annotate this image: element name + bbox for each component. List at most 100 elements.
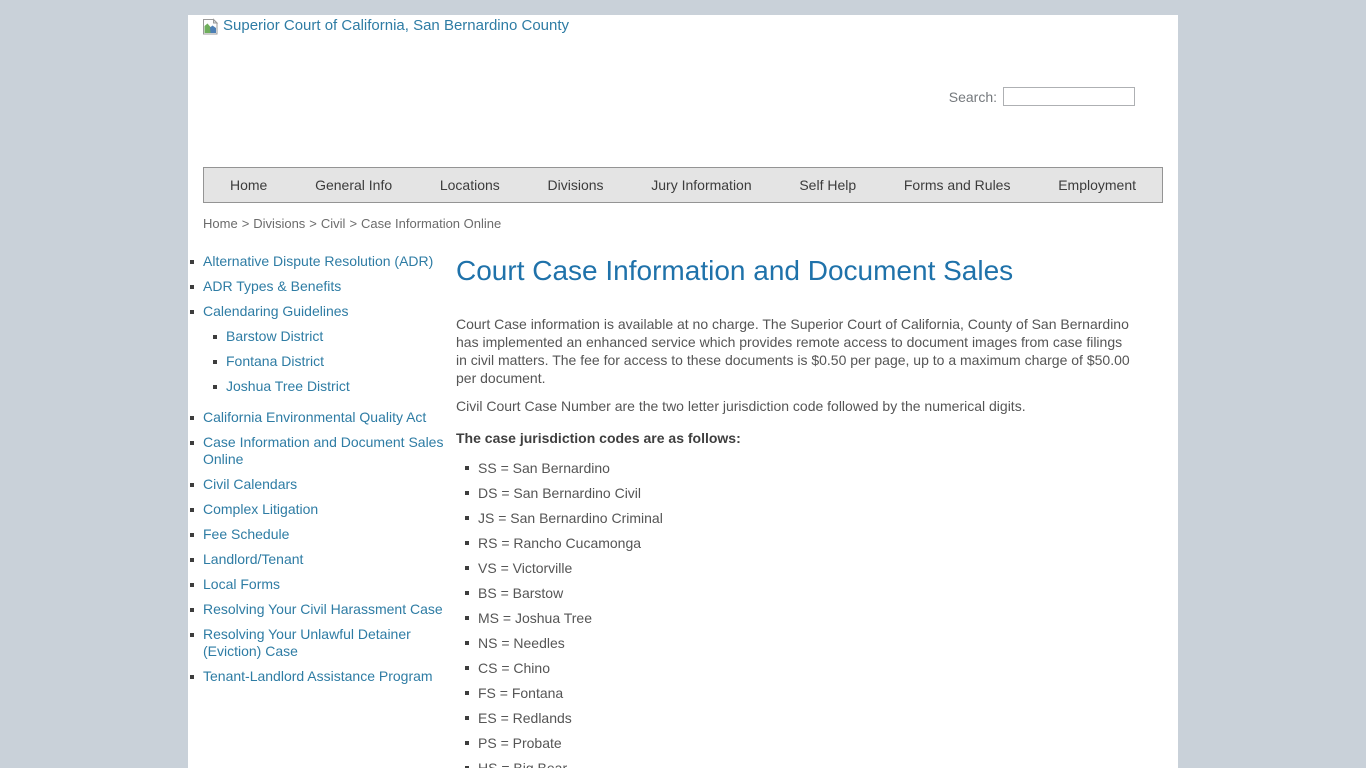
bullet-icon (213, 335, 217, 339)
sidebar-item-label[interactable]: Alternative Dispute Resolution (ADR) (203, 253, 433, 269)
bullet-icon (465, 616, 469, 620)
page-wrapper: Superior Court of California, San Bernar… (188, 15, 1178, 768)
sidebar-item-label[interactable]: Local Forms (203, 576, 280, 592)
site-header: Superior Court of California, San Bernar… (188, 15, 1178, 167)
sidebar-item-label[interactable]: Resolving Your Unlawful Detainer (Evicti… (203, 626, 411, 659)
main-content: Court Case Information and Document Sale… (456, 253, 1132, 768)
intro-paragraph: Court Case information is available at n… (456, 315, 1132, 387)
bullet-icon (190, 533, 194, 537)
sidebar-item-label[interactable]: Calendaring Guidelines (203, 303, 349, 319)
sidebar-item-label[interactable]: Fee Schedule (203, 526, 289, 542)
breadcrumb-current-page: Case Information Online (361, 216, 501, 231)
bullet-icon (465, 641, 469, 645)
sidebar-item-label[interactable]: Tenant-Landlord Assistance Program (203, 668, 433, 684)
nav-item-home[interactable]: Home (230, 177, 267, 193)
bullet-icon (190, 675, 194, 679)
jurisdiction-code-item: BS = Barstow (465, 584, 1132, 602)
jurisdiction-code-text: ES = Redlands (478, 710, 572, 726)
nav-item-jury-information[interactable]: Jury Information (651, 177, 751, 193)
jurisdiction-code-item: JS = San Bernardino Criminal (465, 509, 1132, 527)
sidebar-item-calendaring-guidelines[interactable]: Calendaring Guidelines Barstow District … (188, 303, 444, 395)
site-logo-link[interactable]: Superior Court of California, San Bernar… (202, 17, 569, 36)
bullet-icon (465, 591, 469, 595)
bullet-icon (213, 385, 217, 389)
jurisdiction-code-item: FS = Fontana (465, 684, 1132, 702)
sidebar-item-label[interactable]: Complex Litigation (203, 501, 318, 517)
nav-item-employment[interactable]: Employment (1058, 177, 1136, 193)
sidebar-item-label[interactable]: ADR Types & Benefits (203, 278, 341, 294)
nav-item-general-info[interactable]: General Info (315, 177, 392, 193)
search-input[interactable] (1003, 87, 1135, 106)
sidebar-item-label[interactable]: Landlord/Tenant (203, 551, 303, 567)
sidebar-item-label[interactable]: Joshua Tree District (226, 378, 350, 394)
breadcrumb-divisions[interactable]: Divisions (253, 216, 305, 231)
sidebar-item-label[interactable]: Case Information and Document Sales Onli… (203, 434, 443, 467)
bullet-icon (465, 516, 469, 520)
search-label: Search: (949, 89, 997, 105)
jurisdiction-codes-list: SS = San Bernardino DS = San Bernardino … (465, 459, 1132, 768)
bullet-icon (190, 608, 194, 612)
sidebar-item-resolving-unlawful-detainer-case[interactable]: Resolving Your Unlawful Detainer (Evicti… (188, 626, 444, 660)
sidebar-item-fee-schedule[interactable]: Fee Schedule (188, 526, 444, 543)
jurisdiction-code-text: FS = Fontana (478, 685, 563, 701)
sidebar: Alternative Dispute Resolution (ADR) ADR… (188, 253, 444, 693)
bullet-icon (465, 466, 469, 470)
main-nav: Home General Info Locations Divisions Ju… (203, 167, 1163, 203)
bullet-icon (465, 491, 469, 495)
bullet-icon (190, 633, 194, 637)
nav-item-forms-and-rules[interactable]: Forms and Rules (904, 177, 1011, 193)
bullet-icon (465, 741, 469, 745)
bullet-icon (190, 285, 194, 289)
sidebar-item-landlord-tenant[interactable]: Landlord/Tenant (188, 551, 444, 568)
jurisdiction-code-text: DS = San Bernardino Civil (478, 485, 641, 501)
bullet-icon (190, 441, 194, 445)
breadcrumb-home[interactable]: Home (203, 216, 238, 231)
jurisdiction-code-item: HS = Big Bear (465, 759, 1132, 768)
jurisdiction-code-text: HS = Big Bear (478, 760, 567, 768)
jurisdiction-code-item: RS = Rancho Cucamonga (465, 534, 1132, 552)
breadcrumb-separator: > (349, 216, 357, 231)
sidebar-item-complex-litigation[interactable]: Complex Litigation (188, 501, 444, 518)
bullet-icon (190, 583, 194, 587)
sidebar-item-label[interactable]: Resolving Your Civil Harassment Case (203, 601, 443, 617)
jurisdiction-code-item: PS = Probate (465, 734, 1132, 752)
sidebar-item-joshua-tree-district[interactable]: Joshua Tree District (211, 378, 444, 395)
sidebar-item-resolving-civil-harassment-case[interactable]: Resolving Your Civil Harassment Case (188, 601, 444, 618)
sidebar-item-civil-calendars[interactable]: Civil Calendars (188, 476, 444, 493)
sidebar-item-adr-types-benefits[interactable]: ADR Types & Benefits (188, 278, 444, 295)
sidebar-item-fontana-district[interactable]: Fontana District (211, 353, 444, 370)
breadcrumb-civil[interactable]: Civil (321, 216, 346, 231)
sidebar-item-label[interactable]: California Environmental Quality Act (203, 409, 426, 425)
nav-item-locations[interactable]: Locations (440, 177, 500, 193)
breadcrumb-separator: > (242, 216, 250, 231)
bullet-icon (190, 416, 194, 420)
jurisdiction-code-text: MS = Joshua Tree (478, 610, 592, 626)
sidebar-item-california-environmental-quality-act[interactable]: California Environmental Quality Act (188, 409, 444, 426)
sidebar-item-label[interactable]: Civil Calendars (203, 476, 297, 492)
jurisdiction-code-text: PS = Probate (478, 735, 562, 751)
sidebar-item-label[interactable]: Fontana District (226, 353, 324, 369)
jurisdiction-code-item: MS = Joshua Tree (465, 609, 1132, 627)
sidebar-item-barstow-district[interactable]: Barstow District (211, 328, 444, 345)
search-area: Search: (949, 87, 1135, 106)
jurisdiction-code-text: NS = Needles (478, 635, 565, 651)
bullet-icon (190, 260, 194, 264)
bullet-icon (465, 541, 469, 545)
bullet-icon (465, 566, 469, 570)
sidebar-item-label[interactable]: Barstow District (226, 328, 323, 344)
case-number-paragraph: Civil Court Case Number are the two lett… (456, 397, 1132, 415)
jurisdiction-code-text: JS = San Bernardino Criminal (478, 510, 663, 526)
jurisdiction-code-text: RS = Rancho Cucamonga (478, 535, 641, 551)
sidebar-item-local-forms[interactable]: Local Forms (188, 576, 444, 593)
breadcrumb-separator: > (309, 216, 317, 231)
site-title: Superior Court of California, San Bernar… (223, 17, 569, 35)
jurisdiction-code-text: BS = Barstow (478, 585, 563, 601)
sidebar-item-alternative-dispute-resolution[interactable]: Alternative Dispute Resolution (ADR) (188, 253, 444, 270)
bullet-icon (190, 558, 194, 562)
jurisdiction-code-item: CS = Chino (465, 659, 1132, 677)
jurisdiction-code-text: CS = Chino (478, 660, 550, 676)
nav-item-divisions[interactable]: Divisions (548, 177, 604, 193)
sidebar-item-tenant-landlord-assistance-program[interactable]: Tenant-Landlord Assistance Program (188, 668, 444, 685)
nav-item-self-help[interactable]: Self Help (799, 177, 856, 193)
sidebar-item-case-information-and-document-sales-online[interactable]: Case Information and Document Sales Onli… (188, 434, 444, 468)
